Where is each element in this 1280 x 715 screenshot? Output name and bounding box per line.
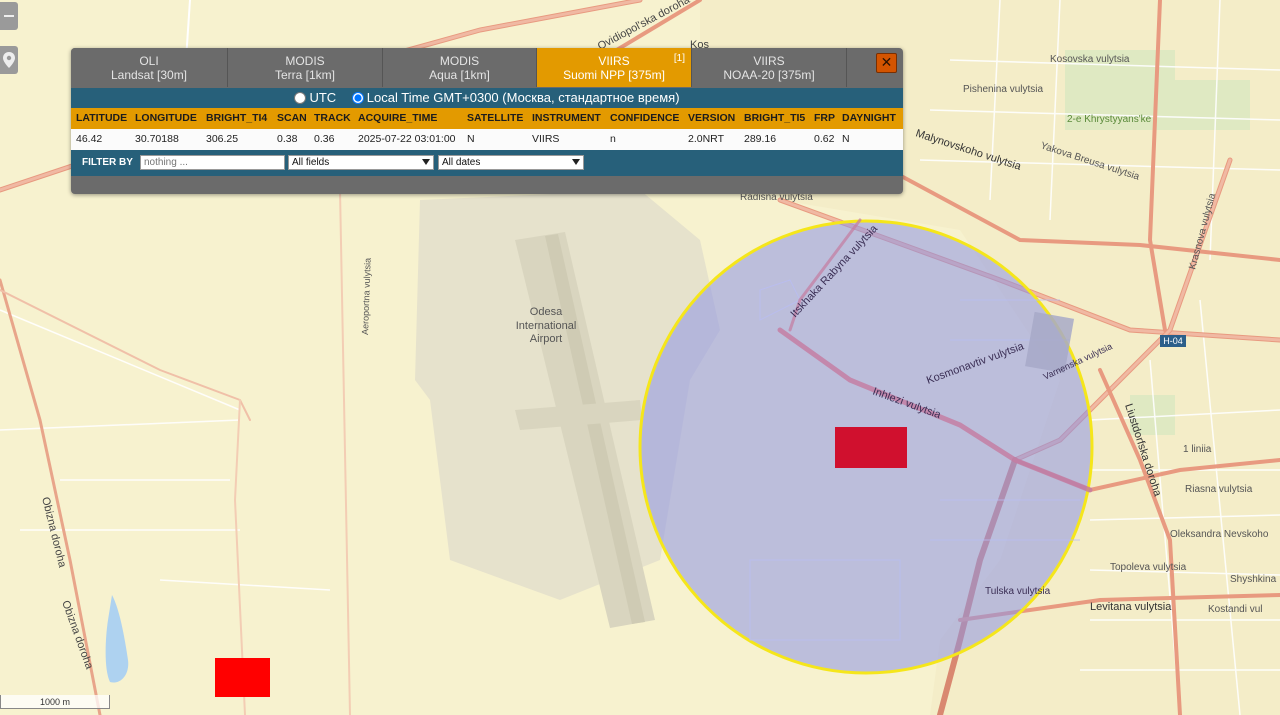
cell-daynight: N <box>842 133 850 145</box>
label-kosovska: Kosovska vulytsia <box>1050 54 1130 65</box>
cell-frp: 0.62 <box>814 133 835 145</box>
table-row[interactable]: 46.42 30.70188 306.25 0.38 0.36 2025-07-… <box>71 129 903 150</box>
col-frp[interactable]: FRP <box>814 108 835 129</box>
tab-sublabel-5: NOAA-20 [375m] <box>723 68 815 82</box>
close-panel-button[interactable]: ✕ <box>876 53 897 73</box>
minus-icon <box>4 15 14 17</box>
tab-sublabel-4: Suomi NPP [375m] <box>563 68 665 82</box>
col-acquire-time[interactable]: ACQUIRE_TIME <box>358 108 437 129</box>
sensor-tabs: OLI Landsat [30m] MODIS Terra [1km] MODI… <box>71 48 903 88</box>
col-version[interactable]: VERSION <box>688 108 735 129</box>
label-riasna: Riasna vulytsia <box>1185 484 1253 495</box>
utc-label: UTC <box>309 90 337 105</box>
label-airport-2: International <box>516 320 577 332</box>
label-khrystyyans: 2-e Khrystyyans'ke <box>1067 114 1152 125</box>
utc-radio[interactable] <box>294 92 307 104</box>
col-scan[interactable]: SCAN <box>277 108 307 129</box>
scale-bar: 1000 m <box>0 695 110 709</box>
filter-bar: FILTER BY All fields All dates <box>71 150 903 176</box>
col-latitude[interactable]: LATITUDE <box>76 108 127 129</box>
label-topoleva: Topoleva vulytsia <box>1110 562 1187 573</box>
tab-oli-landsat[interactable]: OLI Landsat [30m] <box>71 48 228 87</box>
cell-instrument: VIIRS <box>532 133 560 145</box>
cell-track: 0.36 <box>314 133 335 145</box>
label-liniia: 1 liniia <box>1183 444 1212 455</box>
filter-label: FILTER BY <box>82 157 133 168</box>
tab-viirs-suomi-npp[interactable]: [1] VIIRS Suomi NPP [375m] <box>537 48 692 87</box>
cell-bright-ti4: 306.25 <box>206 133 239 145</box>
label-nevskoho: Oleksandra Nevskoho <box>1170 529 1269 540</box>
label-shyshkina: Shyshkina <box>1230 574 1277 585</box>
filter-dates-select[interactable]: All dates <box>438 155 584 170</box>
tab-label-1: OLI <box>139 54 159 68</box>
utc-option[interactable]: UTC <box>294 90 336 105</box>
chevron-down-icon <box>422 159 430 165</box>
table-header: LATITUDE LONGITUDE BRIGHT_TI4 SCAN TRACK… <box>71 108 903 129</box>
cell-bright-ti5: 289.16 <box>744 133 777 145</box>
fire-data-panel: OLI Landsat [30m] MODIS Terra [1km] MODI… <box>71 48 903 194</box>
col-longitude[interactable]: LONGITUDE <box>135 108 197 129</box>
cell-scan: 0.38 <box>277 133 298 145</box>
pin-icon <box>3 52 15 68</box>
col-bright-ti5[interactable]: BRIGHT_TI5 <box>744 108 805 129</box>
tab-viirs-noaa20[interactable]: VIIRS NOAA-20 [375m] <box>692 48 847 87</box>
label-kostandi: Kostandi vul <box>1208 604 1262 615</box>
location-button[interactable] <box>0 46 18 74</box>
label-tulska: Tulska vulytsia <box>985 586 1051 597</box>
col-bright-ti4[interactable]: BRIGHT_TI4 <box>206 108 267 129</box>
cell-version: 2.0NRT <box>688 133 724 145</box>
cell-latitude: 46.42 <box>76 133 103 145</box>
cell-confidence: n <box>610 133 616 145</box>
local-time-label: Local Time GMT+0300 (Москва, стандартное… <box>366 90 680 105</box>
tab-sublabel-1: Landsat [30m] <box>110 68 188 82</box>
chevron-down-icon <box>572 159 580 165</box>
col-daynight[interactable]: DAYNIGHT <box>842 108 896 129</box>
label-levitana: Levitana vulytsia <box>1090 601 1172 613</box>
tab-sublabel-2: Terra [1km] <box>274 68 335 82</box>
local-time-option[interactable]: Local Time GMT+0300 (Москва, стандартное… <box>351 90 680 105</box>
fire-hotspot-secondary[interactable] <box>215 658 270 697</box>
label-pishenina: Pishenina vulytsia <box>963 84 1043 95</box>
col-track[interactable]: TRACK <box>314 108 351 129</box>
local-time-radio[interactable] <box>351 92 364 104</box>
time-mode-bar: UTC Local Time GMT+0300 (Москва, стандар… <box>71 88 903 108</box>
filter-dates-value: All dates <box>442 157 481 168</box>
tab-modis-terra[interactable]: MODIS Terra [1km] <box>228 48 383 87</box>
filter-input[interactable] <box>140 155 285 170</box>
col-satellite[interactable]: SATELLITE <box>467 108 523 129</box>
label-airport-3: Airport <box>530 333 562 345</box>
filter-fields-select[interactable]: All fields <box>288 155 434 170</box>
cell-acquire-time: 2025-07-22 03:01:00 <box>358 133 456 145</box>
tab-label-3: MODIS <box>439 54 480 68</box>
cell-longitude: 30.70188 <box>135 133 179 145</box>
col-confidence[interactable]: CONFIDENCE <box>610 108 679 129</box>
close-icon: ✕ <box>880 54 893 70</box>
cell-satellite: N <box>467 133 475 145</box>
fire-hotspot-viirs[interactable] <box>835 427 907 468</box>
tab-label-2: MODIS <box>285 54 325 68</box>
filter-fields-value: All fields <box>292 157 330 168</box>
col-instrument[interactable]: INSTRUMENT <box>532 108 601 129</box>
tab-label-4: VIIRS <box>598 54 630 68</box>
tab-count-badge: [1] <box>673 53 685 64</box>
label-airport-1: Odesa <box>530 306 563 318</box>
label-h04: H-04 <box>1163 336 1183 346</box>
tab-label-5: VIIRS <box>753 54 785 68</box>
tab-sublabel-3: Aqua [1km] <box>429 68 490 82</box>
zoom-out-button[interactable] <box>0 2 18 30</box>
tab-modis-aqua[interactable]: MODIS Aqua [1km] <box>383 48 537 87</box>
